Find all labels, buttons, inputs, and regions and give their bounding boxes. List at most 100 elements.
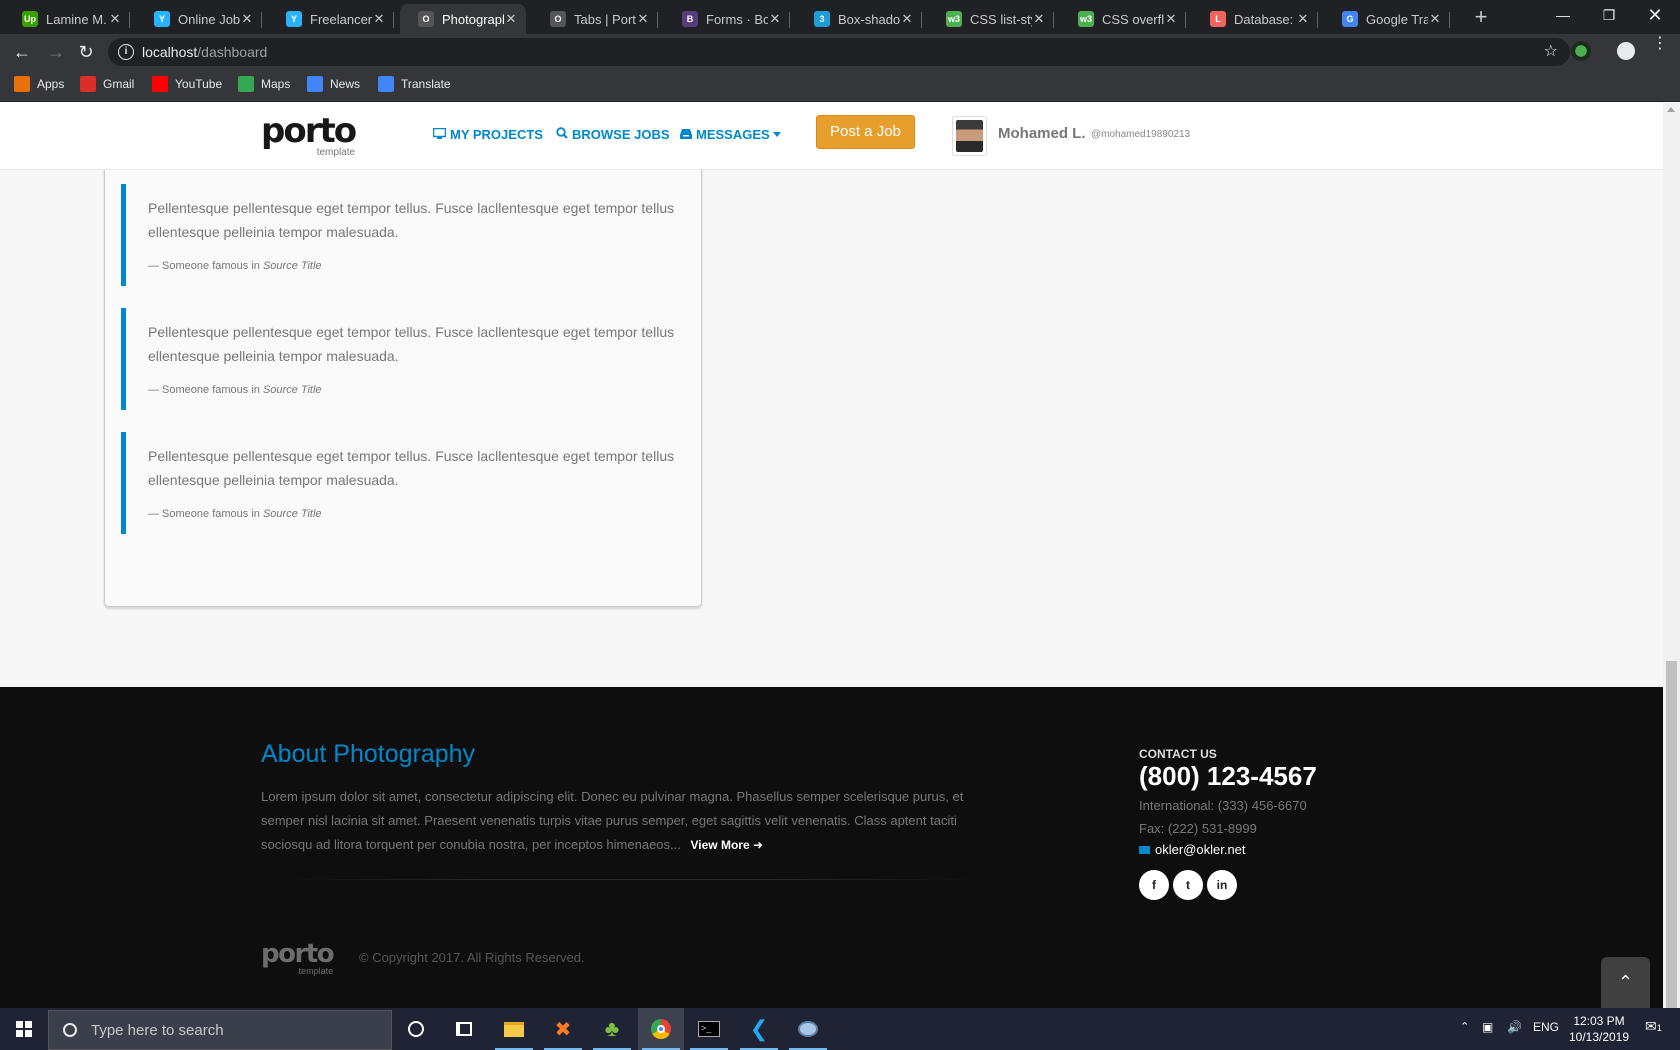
extension-icon[interactable] xyxy=(1571,41,1591,61)
tab-separator xyxy=(1185,12,1186,28)
bookmark-gmail[interactable]: Gmail xyxy=(80,76,134,92)
browser-tab[interactable]: O Tabs | Porto✕ xyxy=(532,4,658,34)
windows-logo-icon xyxy=(16,1021,32,1037)
close-tab-icon[interactable]: ✕ xyxy=(372,11,386,27)
bookmark-label: Maps xyxy=(261,77,291,91)
porto-icon: O xyxy=(418,11,434,27)
taskbar-search-input[interactable]: Type here to search xyxy=(48,1010,392,1050)
browser-tab[interactable]: w3 CSS overflow✕ xyxy=(1060,4,1186,34)
tab-title: Forms · Boot xyxy=(706,11,768,27)
url-text[interactable]: localhost/dashboard xyxy=(142,44,267,60)
volume-icon[interactable]: 🔊 xyxy=(1507,1020,1522,1034)
bookmark-maps[interactable]: Maps xyxy=(238,76,290,92)
task-view-icon[interactable] xyxy=(441,1008,487,1050)
chrome-menu-icon[interactable]: ⋮ xyxy=(1652,36,1668,60)
scrollbar-thumb[interactable] xyxy=(1666,661,1677,1008)
start-button[interactable] xyxy=(0,1008,48,1050)
close-tab-icon[interactable]: ✕ xyxy=(1296,11,1310,27)
terminal-icon[interactable]: >_ xyxy=(686,1008,732,1050)
new-tab-button[interactable]: + xyxy=(1468,4,1494,30)
nav-my-projects[interactable]: MY PROJECTS xyxy=(432,127,543,142)
close-tab-icon[interactable]: ✕ xyxy=(240,11,254,27)
file-explorer-icon[interactable] xyxy=(491,1008,537,1050)
browser-tab[interactable]: Y Online Jobs |✕ xyxy=(136,4,262,34)
vscode-icon[interactable]: ❮ xyxy=(736,1008,782,1050)
restore-button[interactable]: ❐ xyxy=(1586,0,1632,30)
browser-tab[interactable]: G Google Tran✕ xyxy=(1324,4,1450,34)
xampp-icon[interactable]: ✖ xyxy=(540,1008,586,1050)
w3schools-icon: w3 xyxy=(1078,11,1094,27)
user-name[interactable]: Mohamed L. xyxy=(998,125,1086,142)
browser-tab[interactable]: O Photography✕ xyxy=(400,4,526,34)
chevron-up-icon: ⌃ xyxy=(1617,972,1634,992)
blockquote: Pellentesque pellentesque eget tempor te… xyxy=(121,432,681,534)
browser-tab[interactable]: B Forms · Boot✕ xyxy=(664,4,790,34)
profile-avatar-icon[interactable] xyxy=(1617,42,1635,60)
contact-email[interactable]: okler@okler.net xyxy=(1139,842,1246,857)
close-tab-icon[interactable]: ✕ xyxy=(768,11,782,27)
tab-separator xyxy=(1317,12,1318,28)
bookmark-label: Apps xyxy=(37,77,65,91)
language-indicator[interactable]: ENG xyxy=(1533,1020,1559,1034)
minimize-button[interactable]: — xyxy=(1540,0,1586,30)
bookmark-translate[interactable]: Translate xyxy=(378,76,451,92)
news-icon xyxy=(307,76,323,92)
close-tab-icon[interactable]: ✕ xyxy=(636,11,650,27)
browser-tab[interactable]: Y Freelancer ✕ xyxy=(268,4,394,34)
post-job-button[interactable]: Post a Job xyxy=(816,115,915,149)
address-bar[interactable]: i localhost/dashboard ☆ xyxy=(108,38,1570,66)
linkedin-icon[interactable]: in xyxy=(1207,870,1237,900)
tab-title: CSS overflow xyxy=(1102,11,1164,27)
bookmark-youtube[interactable]: YouTube xyxy=(152,76,222,92)
avatar[interactable] xyxy=(952,116,987,156)
show-hidden-icons[interactable]: ⌃ xyxy=(1460,1020,1469,1033)
blockquote: Pellentesque pellentesque eget tempor te… xyxy=(121,308,681,410)
browser-tab[interactable]: Up Lamine M. - U✕ xyxy=(4,4,130,34)
nav-messages[interactable]: MESSAGES xyxy=(680,127,781,142)
close-tab-icon[interactable]: ✕ xyxy=(1428,11,1442,27)
bookmark-apps[interactable]: Apps xyxy=(14,76,64,92)
tab-title: Lamine M. - U xyxy=(46,11,108,27)
view-more-link[interactable]: View More ➜ xyxy=(691,838,764,852)
footer-logo[interactable]: porto template xyxy=(261,940,335,976)
scroll-up-arrow-icon[interactable] xyxy=(1667,107,1675,112)
browser-tab[interactable]: L Database: Se✕ xyxy=(1192,4,1318,34)
blockquote: Pellentesque pellentesque eget tempor te… xyxy=(121,184,681,286)
contact-fax: Fax: (222) 531-8999 xyxy=(1139,821,1257,836)
network-icon[interactable]: ▣ xyxy=(1482,1020,1493,1034)
contact-international: International: (333) 456-6670 xyxy=(1139,798,1307,813)
cortana-icon[interactable] xyxy=(393,1008,439,1050)
twitter-icon[interactable]: t xyxy=(1173,870,1203,900)
clover-app-icon[interactable]: ♣ xyxy=(589,1008,635,1050)
paint-icon[interactable] xyxy=(785,1008,831,1050)
page-scrollbar[interactable] xyxy=(1663,103,1680,1008)
search-icon xyxy=(63,1023,77,1037)
bookmark-star-icon[interactable]: ☆ xyxy=(1544,41,1558,61)
close-window-button[interactable]: ✕ xyxy=(1632,0,1678,30)
close-tab-icon[interactable]: ✕ xyxy=(900,11,914,27)
browser-tab[interactable]: w3 CSS list-style✕ xyxy=(928,4,1054,34)
site-logo[interactable]: porto template xyxy=(261,111,357,158)
notifications-icon[interactable]: ✉1 xyxy=(1645,1018,1662,1035)
bookmark-news[interactable]: News xyxy=(307,76,360,92)
reload-icon[interactable]: ↻ xyxy=(72,38,100,66)
site-info-icon[interactable]: i xyxy=(118,44,134,60)
nav-browse-jobs[interactable]: BROWSE JOBS xyxy=(556,127,670,142)
back-arrow-icon[interactable]: ← xyxy=(8,38,36,66)
chrome-taskbar-icon[interactable] xyxy=(638,1008,684,1050)
close-tab-icon[interactable]: ✕ xyxy=(1032,11,1046,27)
forward-arrow-icon[interactable]: → xyxy=(42,38,70,66)
search-icon xyxy=(556,127,568,142)
quote-footer: — Someone famous in Source Title xyxy=(148,384,322,396)
close-tab-icon[interactable]: ✕ xyxy=(1164,11,1178,27)
scroll-to-top-button[interactable]: ⌃ xyxy=(1601,957,1650,1008)
close-tab-icon[interactable]: ✕ xyxy=(504,11,518,27)
clock[interactable]: 12:03 PM 10/13/2019 xyxy=(1564,1013,1634,1045)
bookmark-label: News xyxy=(330,77,361,91)
tab-separator xyxy=(261,12,262,28)
browser-tab[interactable]: 3 Box-shadow✕ xyxy=(796,4,922,34)
contact-heading: CONTACT US xyxy=(1139,747,1217,761)
close-tab-icon[interactable]: ✕ xyxy=(108,11,122,27)
facebook-icon[interactable]: f xyxy=(1139,870,1169,900)
about-text: Lorem ipsum dolor sit amet, consectetur … xyxy=(261,789,964,852)
